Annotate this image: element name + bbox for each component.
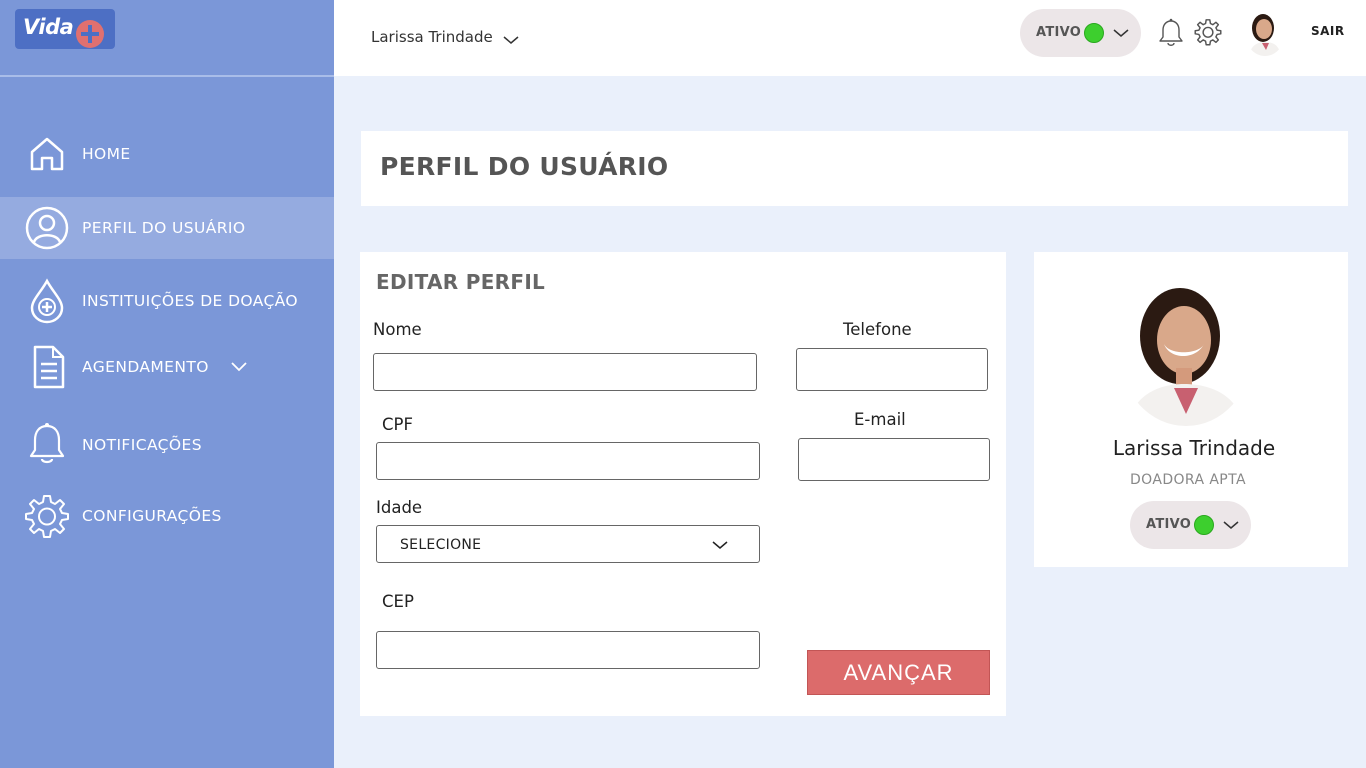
status-label: ATIVO xyxy=(1036,25,1082,40)
name-field[interactable] xyxy=(373,353,757,391)
name-label: Nome xyxy=(373,320,422,339)
document-icon xyxy=(24,344,70,390)
status-label: ATIVO xyxy=(1146,517,1192,532)
cpf-label: CPF xyxy=(382,415,413,434)
sidebar-item-scheduling[interactable]: AGENDAMENTO xyxy=(0,336,334,398)
status-indicator-icon xyxy=(1194,515,1214,535)
bell-icon xyxy=(24,422,70,468)
gear-icon xyxy=(24,493,70,539)
logo-area: Vida xyxy=(0,0,334,77)
profile-card: Larissa Trindade DOADORA APTA ATIVO xyxy=(1034,252,1348,567)
sidebar-item-label: INSTITUIÇÕES DE DOAÇÃO xyxy=(82,292,299,310)
header-user-name[interactable]: Larissa Trindade xyxy=(371,28,493,46)
sidebar-item-home[interactable]: HOME xyxy=(0,123,334,185)
logo-plus-icon xyxy=(76,20,104,48)
advance-button[interactable]: AVANÇAR xyxy=(807,650,990,695)
page-title: PERFIL DO USUÁRIO xyxy=(380,152,669,181)
sidebar-item-profile[interactable]: PERFIL DO USUÁRIO xyxy=(0,197,334,259)
home-icon xyxy=(24,131,70,177)
sidebar-item-label: AGENDAMENTO xyxy=(82,358,209,376)
chevron-down-icon xyxy=(1223,521,1239,529)
sidebar: Vida HOME PERFIL DO USUÁRIO INSTITUIÇÕES… xyxy=(0,0,334,768)
chevron-down-icon[interactable] xyxy=(230,358,248,376)
email-label: E-mail xyxy=(854,410,906,429)
chevron-down-icon[interactable] xyxy=(502,31,520,49)
sidebar-item-label: NOTIFICAÇÕES xyxy=(82,436,202,454)
cep-field[interactable] xyxy=(376,631,760,669)
sidebar-item-notifications[interactable]: NOTIFICAÇÕES xyxy=(0,414,334,476)
sidebar-item-settings[interactable]: CONFIGURAÇÕES xyxy=(0,485,334,547)
notification-bell-icon[interactable] xyxy=(1158,18,1184,48)
cep-label: CEP xyxy=(382,592,414,611)
form-title: EDITAR PERFIL xyxy=(376,270,546,294)
sidebar-item-label: PERFIL DO USUÁRIO xyxy=(82,219,246,237)
email-field[interactable] xyxy=(798,438,990,481)
age-select-value: SELECIONE xyxy=(400,537,482,553)
age-label: Idade xyxy=(376,498,423,517)
blood-drop-icon xyxy=(24,278,70,324)
sidebar-item-label: CONFIGURAÇÕES xyxy=(82,507,222,525)
edit-profile-form: EDITAR PERFIL Nome Telefone CPF E-mail I… xyxy=(360,252,1006,716)
phone-label: Telefone xyxy=(843,320,912,339)
logout-link[interactable]: SAIR xyxy=(1311,24,1345,38)
settings-gear-icon[interactable] xyxy=(1194,18,1222,46)
status-dropdown[interactable]: ATIVO xyxy=(1020,9,1141,57)
chevron-down-icon xyxy=(1113,29,1129,37)
cpf-field[interactable] xyxy=(376,442,760,480)
profile-role: DOADORA APTA xyxy=(1130,472,1246,488)
status-indicator-icon xyxy=(1084,23,1104,43)
app-logo[interactable]: Vida xyxy=(15,9,115,49)
user-icon xyxy=(24,205,70,251)
profile-status-dropdown[interactable]: ATIVO xyxy=(1130,501,1251,549)
top-bar: Larissa Trindade ATIVO SAIR xyxy=(334,0,1366,76)
profile-name: Larissa Trindade xyxy=(1112,436,1276,460)
sidebar-item-institutions[interactable]: INSTITUIÇÕES DE DOAÇÃO xyxy=(0,270,334,332)
chevron-down-icon xyxy=(712,541,728,549)
avatar[interactable] xyxy=(1245,10,1285,56)
logo-text: Vida xyxy=(23,15,74,39)
profile-photo xyxy=(1120,280,1252,426)
sidebar-item-label: HOME xyxy=(82,145,131,163)
phone-field[interactable] xyxy=(796,348,988,391)
page-title-card: PERFIL DO USUÁRIO xyxy=(361,131,1348,206)
age-select[interactable]: SELECIONE xyxy=(376,525,760,563)
